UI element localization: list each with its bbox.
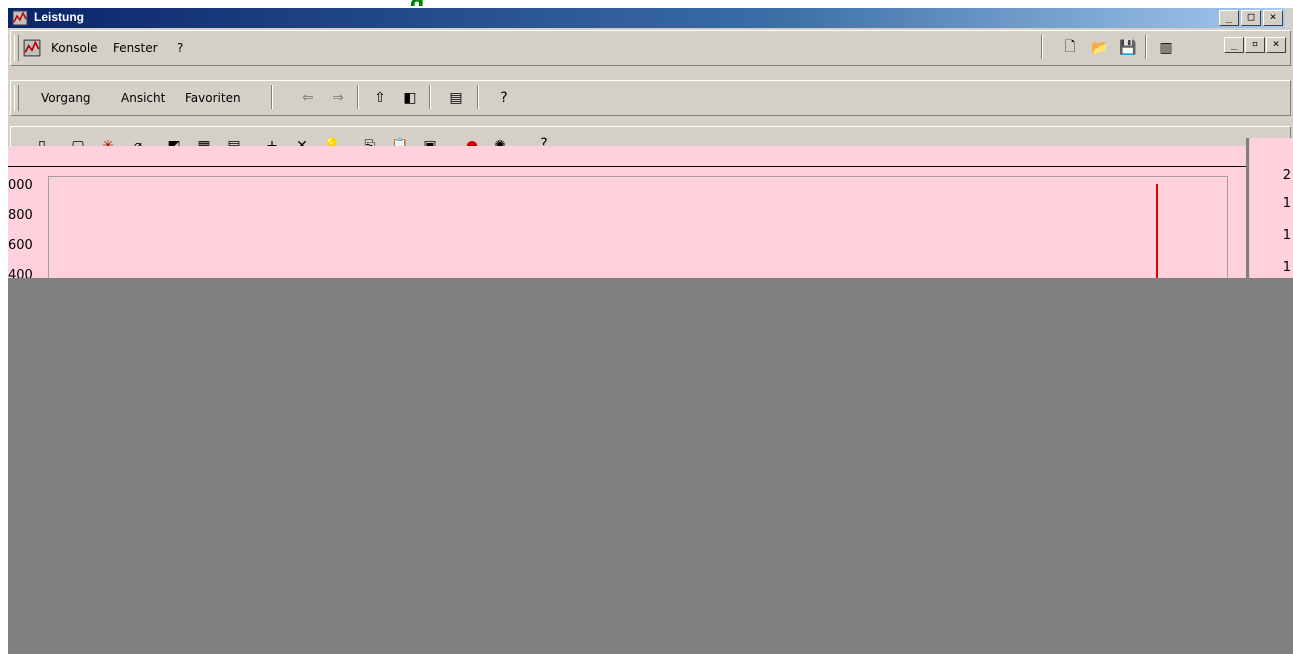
separator [429,85,431,109]
up-level-icon[interactable]: ⇧ [371,89,389,107]
mdi-restore-button[interactable]: ▫ [1245,37,1265,53]
separator [1041,35,1043,59]
show-tree-icon[interactable]: ◧ [401,89,419,107]
help-icon[interactable]: ? [495,89,513,107]
menu-bar: Konsole Fenster ? 🗋 📂 💾 ▥ _ ▫ × [10,30,1291,66]
separator [477,85,479,109]
console-tree-icon[interactable]: ▥ [1157,39,1175,57]
separator [357,85,359,109]
y-tick-label: 000 [8,178,33,193]
right-tick-label: 2 [1282,168,1291,183]
right-tick-label: 1 [1282,228,1291,243]
menu-ansicht[interactable]: Ansicht [121,91,165,105]
obscured-region [8,278,1293,654]
mdi-minimize-button[interactable]: _ [1224,37,1244,53]
system-monitor-graph[interactable]: 000 800 600 400 [8,146,1255,297]
mdi-close-button[interactable]: × [1266,37,1286,53]
action-grip[interactable] [14,85,19,111]
time-cursor-line [1156,184,1158,288]
console-icon[interactable] [23,39,41,57]
back-arrow-icon[interactable]: ⇐ [299,89,317,107]
chart-top-border [8,166,1255,167]
menu-favoriten[interactable]: Favoriten [185,91,241,105]
save-icon[interactable]: 💾 [1119,39,1137,57]
menu-grip[interactable] [14,35,19,61]
secondary-graph-pane: 2 1 1 1 [1250,138,1293,288]
right-tick-label: 1 [1282,196,1291,211]
menu-fenster[interactable]: Fenster [113,41,158,55]
cropped-heading-fragment: g [410,0,432,6]
mmc-window: Leistung _ □ × Konsole Fenster ? 🗋 📂 💾 ▥… [8,8,1293,654]
minimize-button[interactable]: _ [1219,10,1239,26]
new-file-icon[interactable]: 🗋 [1061,39,1079,57]
window-title: Leistung [34,10,84,24]
y-tick-label: 600 [8,238,33,253]
properties-icon[interactable]: ▤ [447,89,465,107]
performance-app-icon [12,10,28,26]
separator [1145,35,1147,59]
separator [271,85,273,109]
menu-konsole[interactable]: Konsole [51,41,98,55]
y-tick-label: 800 [8,208,33,223]
maximize-button[interactable]: □ [1241,10,1261,26]
close-button[interactable]: × [1263,10,1283,26]
menu-vorgang[interactable]: Vorgang [41,91,91,105]
forward-arrow-icon[interactable]: ⇒ [329,89,347,107]
title-bar[interactable]: Leistung _ □ × [8,8,1285,28]
menu-help[interactable]: ? [177,41,183,55]
action-bar: Vorgang Ansicht Favoriten ⇐ ⇒ ⇧ ◧ ▤ ? [10,80,1291,116]
right-tick-label: 1 [1282,260,1291,275]
open-folder-icon[interactable]: 📂 [1091,39,1109,57]
